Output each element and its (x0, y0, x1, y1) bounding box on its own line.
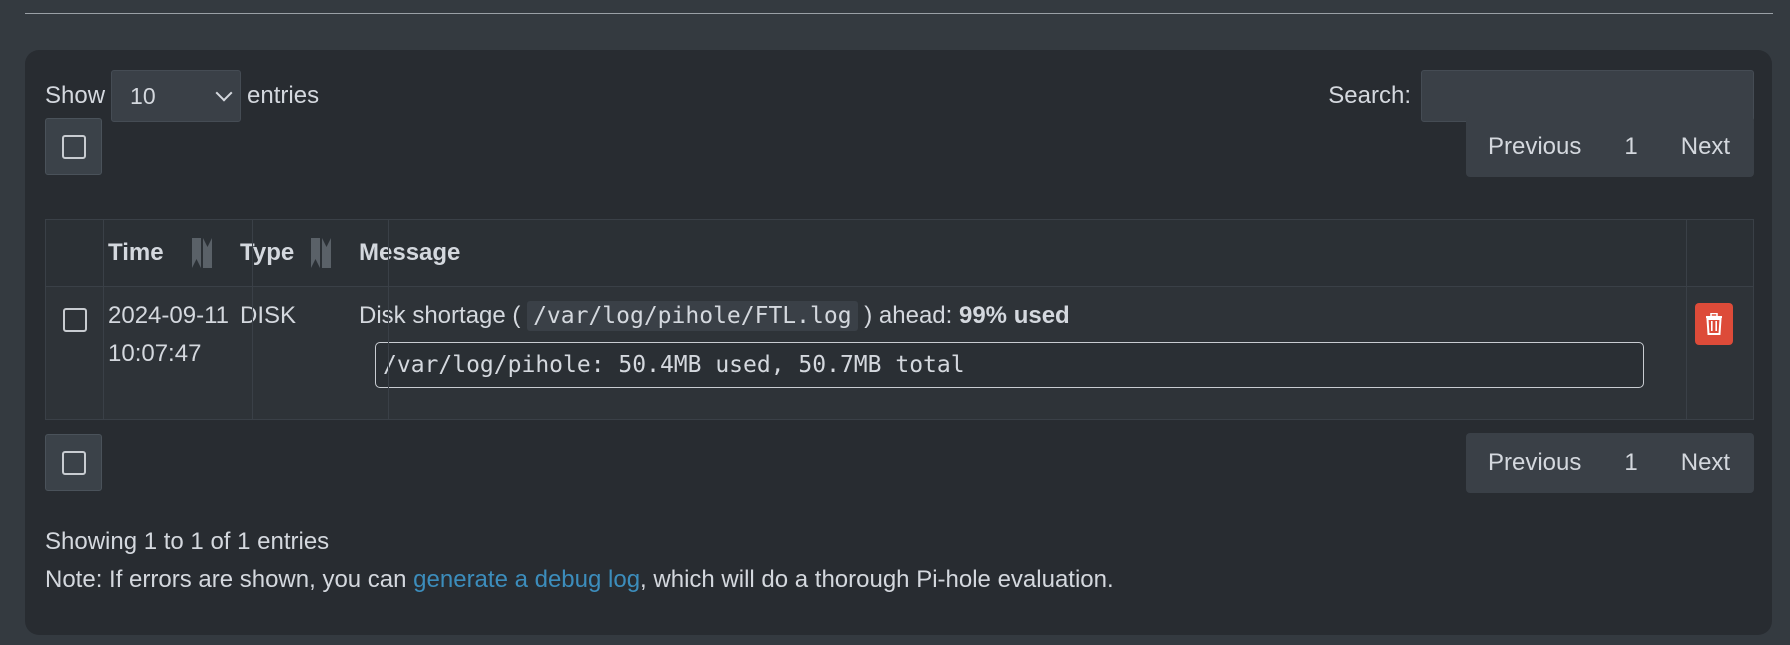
column-header-type[interactable]: Type (240, 220, 294, 286)
select-all-top-button[interactable] (45, 118, 102, 175)
table-body: 2024-09-11 10:07:47 DISK Disk shortage (… (46, 287, 1753, 419)
search-input[interactable] (1421, 70, 1754, 122)
page-1-button[interactable]: 1 (1624, 449, 1637, 477)
top-divider (25, 13, 1773, 14)
checkbox-icon (61, 134, 86, 159)
note-suffix: , which will do a thorough Pi-hole evalu… (640, 566, 1114, 593)
previous-page-button[interactable]: Previous (1488, 133, 1581, 161)
row-time-cell: 2024-09-11 10:07:47 (108, 297, 229, 373)
message-mid: ) ahead: (864, 302, 953, 329)
next-page-button[interactable]: Next (1681, 133, 1730, 161)
message-path: /var/log/pihole/FTL.log (527, 301, 858, 331)
chevron-down-icon (215, 84, 233, 102)
column-divider (103, 220, 104, 419)
messages-card: Show 10 entries Search: Previous 1 Next … (25, 50, 1772, 635)
row-type-cell: DISK (240, 302, 297, 329)
pagination-top: Previous 1 Next (1466, 117, 1754, 177)
checkbox-icon (61, 450, 86, 475)
column-divider (388, 220, 389, 419)
entries-per-page-select[interactable]: 10 (111, 70, 242, 122)
column-header-time-label: Time (108, 239, 164, 266)
column-header-type-label: Type (240, 239, 295, 266)
pagination-bottom: Previous 1 Next (1466, 433, 1754, 493)
message-detail-box: /var/log/pihole: 50.4MB used, 50.7MB tot… (375, 342, 1644, 388)
search-control: Search: (1328, 69, 1754, 123)
table-header: Time Type Message (46, 220, 1753, 287)
show-label: Show (45, 82, 106, 109)
trash-icon (1706, 313, 1722, 335)
messages-table: Time Type Message 2024-09-11 10:07:47 DI… (45, 219, 1754, 420)
sort-both-icon (311, 238, 331, 268)
page-1-button[interactable]: 1 (1624, 133, 1637, 161)
debug-log-link[interactable]: generate a debug log (413, 566, 640, 593)
row-time: 10:07:47 (108, 340, 202, 367)
delete-message-button[interactable] (1695, 303, 1733, 345)
column-header-message: Message (359, 220, 460, 286)
select-all-bottom-button[interactable] (45, 434, 102, 491)
message-usage: 99% used (958, 302, 1070, 329)
row-date: 2024-09-11 (108, 302, 229, 329)
column-header-message-label: Message (359, 239, 461, 266)
sort-both-icon (192, 238, 212, 268)
next-page-button[interactable]: Next (1681, 449, 1730, 477)
entries-per-page-value: 10 (130, 82, 156, 109)
entries-label: entries (247, 82, 320, 109)
debug-note: Note: If errors are shown, you can gener… (45, 566, 1114, 594)
table-info: Showing 1 to 1 of 1 entries (45, 528, 330, 555)
row-checkbox[interactable] (63, 308, 87, 332)
entries-length-control: Show 10 entries (45, 69, 319, 123)
column-header-time[interactable]: Time (108, 220, 164, 286)
previous-page-button[interactable]: Previous (1488, 449, 1581, 477)
column-divider (1686, 220, 1687, 419)
search-label: Search: (1328, 82, 1411, 109)
note-prefix: Note: If errors are shown, you can (45, 566, 407, 593)
message-prefix: Disk shortage ( (359, 302, 521, 329)
column-divider (252, 220, 253, 419)
